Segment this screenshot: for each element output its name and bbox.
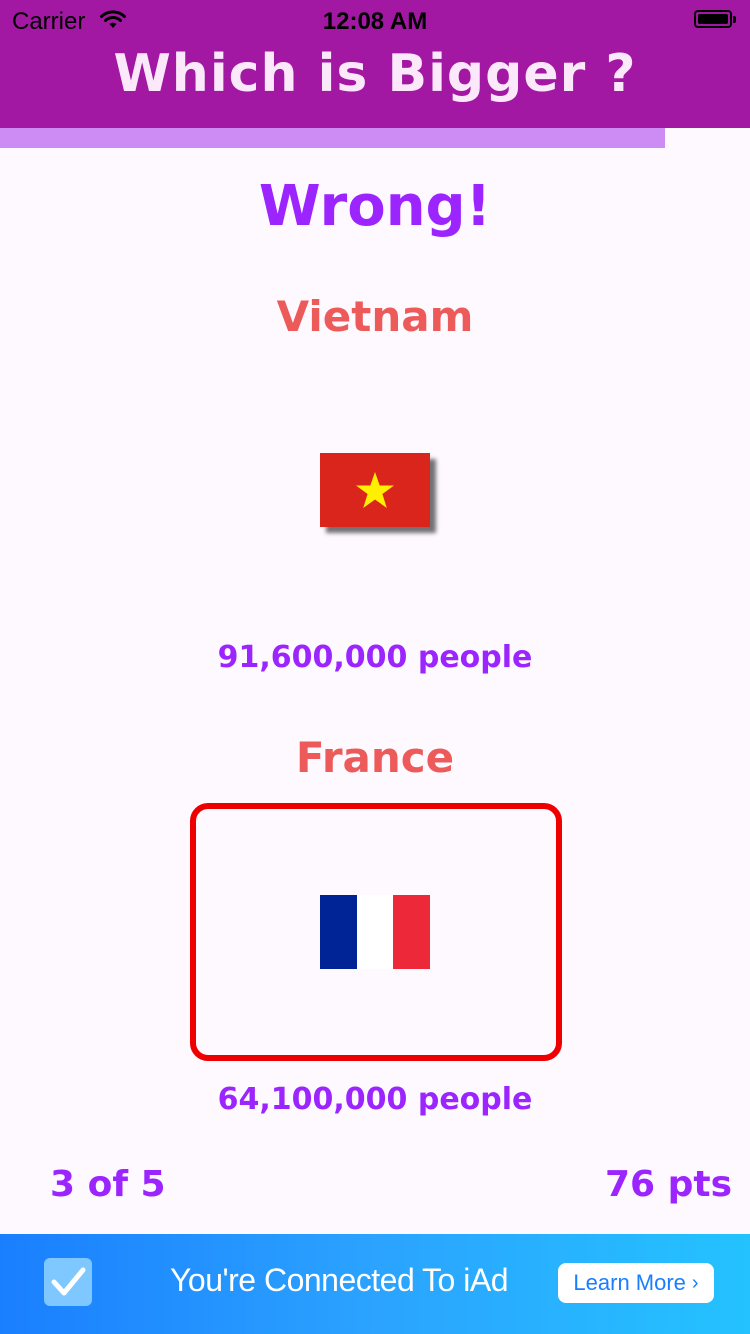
clock: 12:08 AM [322, 8, 428, 35]
checkmark-icon [44, 1258, 92, 1306]
score-label: 76 pts [604, 1164, 732, 1205]
iad-banner[interactable]: You're Connected To iAd Learn More › [0, 1234, 750, 1334]
population-option-2: 64,100,000 people [217, 1082, 533, 1117]
country-name-option-2: France [295, 733, 455, 782]
status-bar: Carrier 12:08 AM [0, 0, 750, 40]
progress-bar [0, 128, 750, 148]
result-label: Wrong! [258, 174, 492, 239]
chevron-right-icon: › [691, 1271, 699, 1294]
vietnam-flag-icon[interactable] [320, 453, 430, 527]
learn-more-button[interactable]: Learn More › [558, 1263, 714, 1303]
progress-fill [0, 128, 666, 148]
battery-icon [694, 10, 738, 30]
population-option-1: 91,600,000 people [217, 640, 533, 675]
france-flag-icon[interactable] [320, 895, 431, 969]
ad-text: You're Connected To iAd [170, 1262, 508, 1298]
question-counter: 3 of 5 [50, 1164, 166, 1205]
country-name-option-1: Vietnam [276, 292, 474, 341]
learn-more-label: Learn More [573, 1270, 686, 1295]
header-bar: Carrier 12:08 AM Which is Bigger ? [0, 0, 750, 128]
app-title: Which is Bigger ? [113, 44, 637, 104]
